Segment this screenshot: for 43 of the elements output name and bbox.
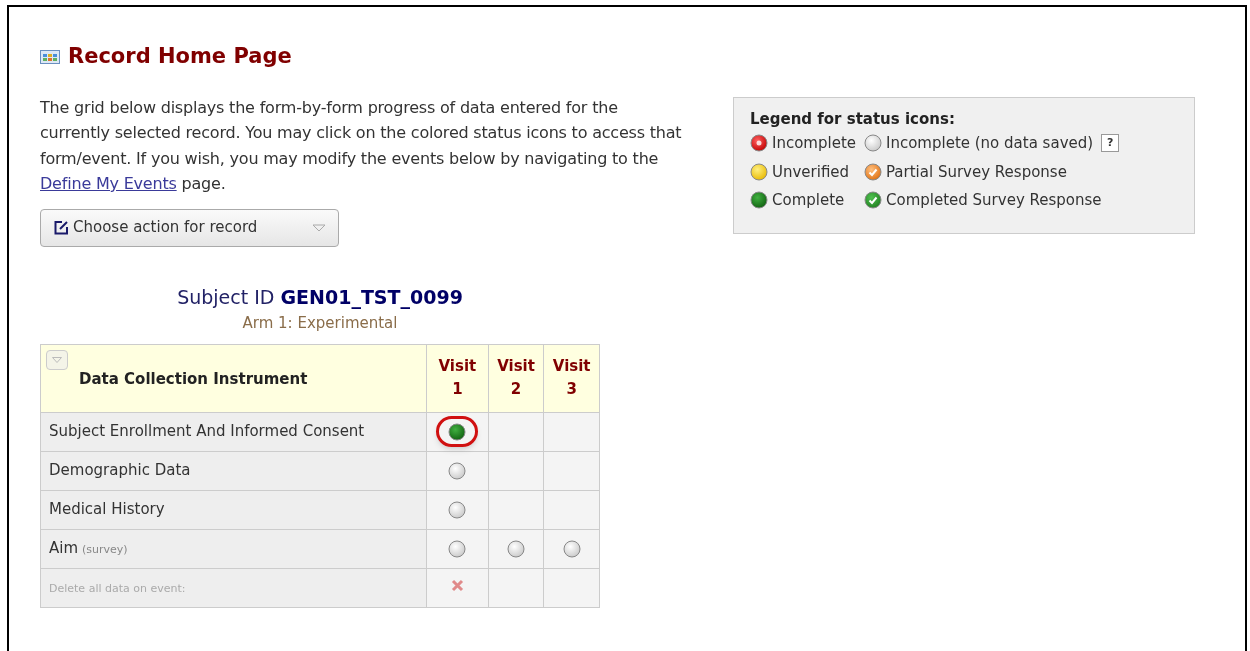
- intro-paragraph: The grid below displays the form-by-form progress of data entered for the currently selected record. You may click on the colored status icons to access that form/event. If you wish, you may modify the events below by navigating to the Define My Events page.: [40, 96, 683, 195]
- legend-label: Incomplete (no data saved): [886, 133, 1094, 154]
- empty-circle-icon[interactable]: [562, 539, 581, 558]
- legend-label: Completed Survey Response: [886, 190, 1102, 211]
- check-circle-icon[interactable]: [864, 191, 882, 210]
- define-events-link[interactable]: Define My Events: [40, 174, 177, 193]
- subject-id-value: GEN01_TST_0099: [280, 285, 463, 308]
- column-header: Data Collection Instrument: [79, 369, 308, 388]
- legend-label: Incomplete: [772, 133, 856, 154]
- legend-title: Legend for status icons:: [750, 108, 956, 130]
- legend-label: Partial Survey Response: [886, 161, 1067, 183]
- caret-icon: [52, 356, 62, 363]
- table-icon: [40, 49, 60, 64]
- empty-circle-icon[interactable]: [448, 539, 467, 558]
- circle-icon[interactable]: [448, 422, 467, 441]
- check-circle-icon[interactable]: [864, 162, 882, 181]
- form-name: Subject Enrollment And Informed Consent: [49, 422, 365, 441]
- caret-icon: [312, 223, 326, 232]
- empty-circle-icon[interactable]: [507, 539, 526, 558]
- visit-header: Visit 3: [552, 356, 591, 400]
- arm-label: Arm 1: Experimental: [241, 313, 399, 334]
- empty-circle-icon[interactable]: [448, 500, 467, 519]
- delete-icon[interactable]: [450, 579, 464, 593]
- empty-circle-icon[interactable]: [864, 134, 882, 153]
- subject-id-label: Subject ID: [177, 285, 276, 308]
- collapse-button[interactable]: [46, 349, 68, 370]
- circle-icon[interactable]: [750, 162, 768, 181]
- legend-label: Unverified: [772, 161, 850, 183]
- form-name: Medical History: [49, 500, 165, 519]
- action-dropdown-button[interactable]: Choose action for record: [40, 208, 339, 247]
- empty-circle-icon[interactable]: [448, 461, 467, 480]
- delete-all-label: Delete all data on event:: [49, 582, 186, 596]
- help-button[interactable]: ?: [1101, 134, 1120, 153]
- circle-icon[interactable]: [750, 191, 768, 210]
- visit-header: Visit 1: [438, 356, 477, 400]
- legend-label: Complete: [772, 190, 845, 211]
- survey-note: (survey): [82, 543, 128, 557]
- page-title: Record Home Page: [68, 43, 292, 70]
- circle-icon[interactable]: [750, 134, 768, 153]
- form-name: Aim: [49, 539, 79, 558]
- visit-header: Visit 2: [497, 356, 535, 400]
- edit-icon: [53, 219, 69, 236]
- form-name: Demographic Data: [49, 461, 191, 480]
